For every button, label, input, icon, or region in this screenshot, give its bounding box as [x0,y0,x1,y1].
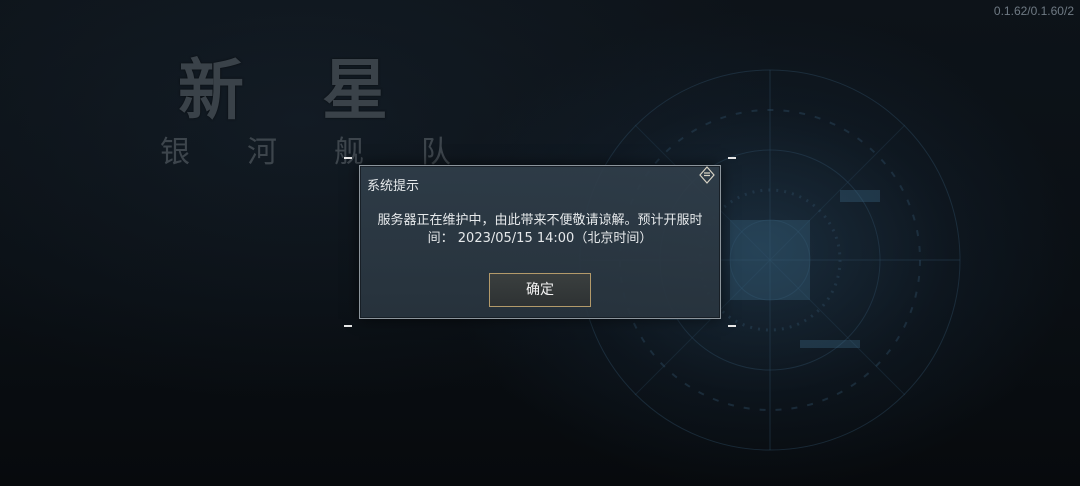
confirm-button[interactable]: 确定 [489,273,591,307]
dialog-title: 系统提示 [367,179,420,194]
diamond-close-icon[interactable] [697,166,717,184]
game-logo-subtitle: 银河舰队 [160,135,508,170]
frame-corner-tl [344,157,352,159]
system-notice-dialog: 系统提示 服务器正在维护中，由此带来不便敬请谅解。预计开服时 间： 2023/0… [359,165,721,319]
dialog-message-line1: 服务器正在维护中，由此带来不便敬请谅解。预计开服时 [377,213,703,228]
frame-corner-tr [728,157,736,159]
game-screen: 0.1.62/0.1.60/2 新星 银河舰队 系统提示 服务器正在维护中，由此… [0,0,1080,486]
game-logo-title: 新星 [178,52,466,129]
frame-corner-br [728,325,736,327]
dialog-message: 服务器正在维护中，由此带来不便敬请谅解。预计开服时 间： 2023/05/15 … [368,212,712,248]
dialog-message-line2: 间： 2023/05/15 14:00（北京时间） [427,231,653,246]
frame-corner-bl [344,325,352,327]
version-label: 0.1.62/0.1.60/2 [993,4,1074,18]
